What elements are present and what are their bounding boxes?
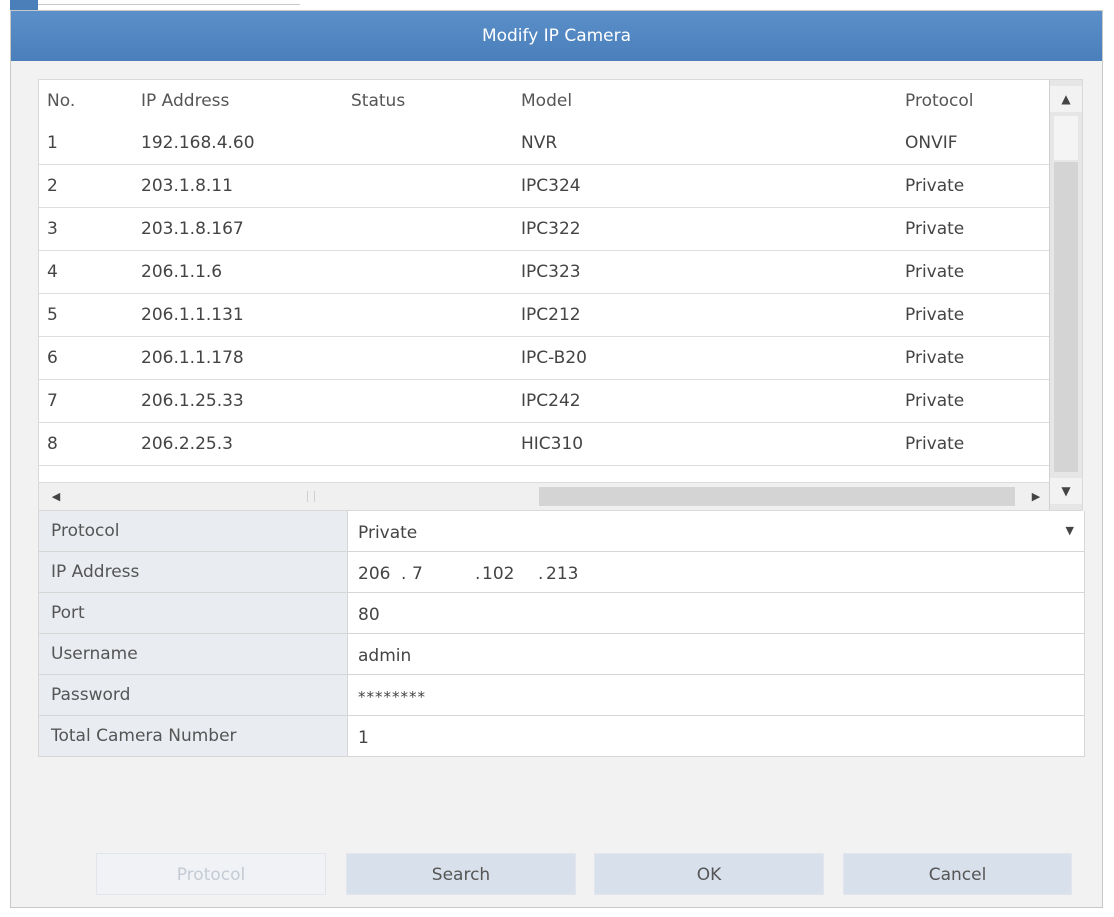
protocol-row: Protocol Private ▼: [39, 511, 1084, 552]
scroll-right-icon[interactable]: ▶: [1023, 483, 1049, 510]
ip-address-row: IP Address 206 . 7 . 102 . 213: [39, 552, 1084, 593]
table-row[interactable]: 7 206.1.25.33 IPC242 Private: [39, 380, 1049, 423]
vertical-scrollbar[interactable]: ▲ ▼: [1049, 80, 1082, 510]
protocol-select[interactable]: Private ▼: [348, 511, 1084, 551]
cell-model: IPC242: [521, 391, 581, 411]
cell-no: 5: [47, 305, 58, 325]
cell-ip-address: 203.1.8.167: [141, 219, 244, 239]
cell-protocol: Private: [905, 391, 965, 411]
ok-button[interactable]: OK: [594, 853, 824, 895]
cell-no: 8: [47, 434, 58, 454]
table-row[interactable]: 2 203.1.8.11 IPC324 Private: [39, 165, 1049, 208]
port-label: Port: [39, 593, 348, 633]
ip-octet-3[interactable]: 102: [482, 552, 514, 596]
ip-separator: .: [538, 564, 544, 584]
cell-model: HIC310: [521, 434, 584, 454]
vertical-scroll-thumb[interactable]: [1054, 162, 1078, 472]
scroll-left-icon[interactable]: ◀: [43, 483, 69, 510]
cell-no: 6: [47, 348, 58, 368]
cell-model: NVR: [521, 133, 558, 153]
table-row[interactable]: 8 206.2.25.3 HIC310 Private: [39, 423, 1049, 466]
protocol-label: Protocol: [39, 511, 348, 551]
password-row: Password ********: [39, 675, 1084, 716]
cell-model: IPC-B20: [521, 348, 587, 368]
password-field[interactable]: ********: [348, 675, 1084, 715]
column-header-model[interactable]: Model: [521, 80, 572, 122]
search-button[interactable]: Search: [346, 853, 576, 895]
port-row: Port 80: [39, 593, 1084, 634]
cell-protocol: ONVIF: [905, 133, 958, 153]
background-tab: [10, 0, 38, 10]
cell-model: IPC323: [521, 262, 581, 282]
cell-protocol: Private: [905, 176, 965, 196]
device-list-header: No. IP Address Status Model Protocol: [39, 80, 1049, 122]
ip-separator: .: [475, 564, 481, 584]
cell-model: IPC322: [521, 219, 581, 239]
cell-no: 7: [47, 391, 58, 411]
horizontal-scroll-thumb[interactable]: [539, 487, 1015, 506]
cell-ip-address: 206.1.1.178: [141, 348, 244, 368]
cell-ip-address: 206.1.25.33: [141, 391, 244, 411]
horizontal-scrollbar[interactable]: ◀ ▶: [39, 482, 1049, 510]
total-camera-number-label: Total Camera Number: [39, 716, 348, 756]
ip-address-label: IP Address: [39, 552, 348, 592]
table-row[interactable]: 1 192.168.4.60 NVR ONVIF: [39, 122, 1049, 165]
ip-octet-1[interactable]: 206: [358, 552, 390, 596]
cell-protocol: Private: [905, 305, 965, 325]
cell-protocol: Private: [905, 434, 965, 454]
total-camera-number-field[interactable]: 1: [348, 716, 1084, 756]
ip-separator: .: [401, 564, 407, 584]
table-row[interactable]: 5 206.1.1.131 IPC212 Private: [39, 294, 1049, 337]
cell-no: 2: [47, 176, 58, 196]
modify-ip-camera-dialog: Modify IP Camera No. IP Address Status M…: [10, 10, 1103, 908]
scroll-up-icon[interactable]: ▲: [1050, 86, 1082, 112]
cell-protocol: Private: [905, 262, 965, 282]
ip-address-field[interactable]: 206 . 7 . 102 . 213: [348, 552, 1084, 592]
cell-ip-address: 206.1.1.131: [141, 305, 244, 325]
scroll-down-icon[interactable]: ▼: [1050, 478, 1082, 504]
protocol-select-value: Private: [358, 523, 418, 543]
table-row[interactable]: 6 206.1.1.178 IPC-B20 Private: [39, 337, 1049, 380]
cell-model: IPC212: [521, 305, 581, 325]
column-header-no[interactable]: No.: [47, 80, 75, 122]
table-row[interactable]: 4 206.1.1.6 IPC323 Private: [39, 251, 1049, 294]
column-header-status[interactable]: Status: [351, 80, 405, 122]
cell-ip-address: 206.2.25.3: [141, 434, 233, 454]
cell-ip-address: 192.168.4.60: [141, 133, 255, 153]
cell-protocol: Private: [905, 219, 965, 239]
scrollbar-grip: [307, 491, 315, 502]
column-header-ip-address[interactable]: IP Address: [141, 80, 229, 122]
port-field[interactable]: 80: [348, 593, 1084, 633]
cell-no: 3: [47, 219, 58, 239]
vertical-scroll-track[interactable]: [1054, 116, 1078, 160]
cell-protocol: Private: [905, 348, 965, 368]
cancel-button[interactable]: Cancel: [843, 853, 1072, 895]
camera-settings-form: Protocol Private ▼ IP Address 206 . 7 . …: [38, 511, 1085, 757]
total-camera-number-row: Total Camera Number 1: [39, 716, 1084, 757]
cell-ip-address: 206.1.1.6: [141, 262, 223, 282]
dialog-title: Modify IP Camera: [11, 11, 1102, 61]
cell-ip-address: 203.1.8.11: [141, 176, 233, 196]
cell-model: IPC324: [521, 176, 581, 196]
device-list: No. IP Address Status Model Protocol 1 1…: [38, 79, 1083, 511]
username-field[interactable]: admin: [348, 634, 1084, 674]
table-row[interactable]: 3 203.1.8.167 IPC322 Private: [39, 208, 1049, 251]
username-row: Username admin: [39, 634, 1084, 675]
ip-octet-4[interactable]: 213: [546, 552, 578, 596]
cell-no: 4: [47, 262, 58, 282]
device-list-rows: 1 192.168.4.60 NVR ONVIF 2 203.1.8.11 IP…: [39, 122, 1049, 482]
ip-octet-2[interactable]: 7: [412, 552, 423, 596]
column-header-protocol[interactable]: Protocol: [905, 80, 974, 122]
chevron-down-icon[interactable]: ▼: [1066, 511, 1074, 551]
protocol-button[interactable]: Protocol: [96, 853, 326, 895]
cell-no: 1: [47, 133, 58, 153]
password-label: Password: [39, 675, 348, 715]
username-label: Username: [39, 634, 348, 674]
